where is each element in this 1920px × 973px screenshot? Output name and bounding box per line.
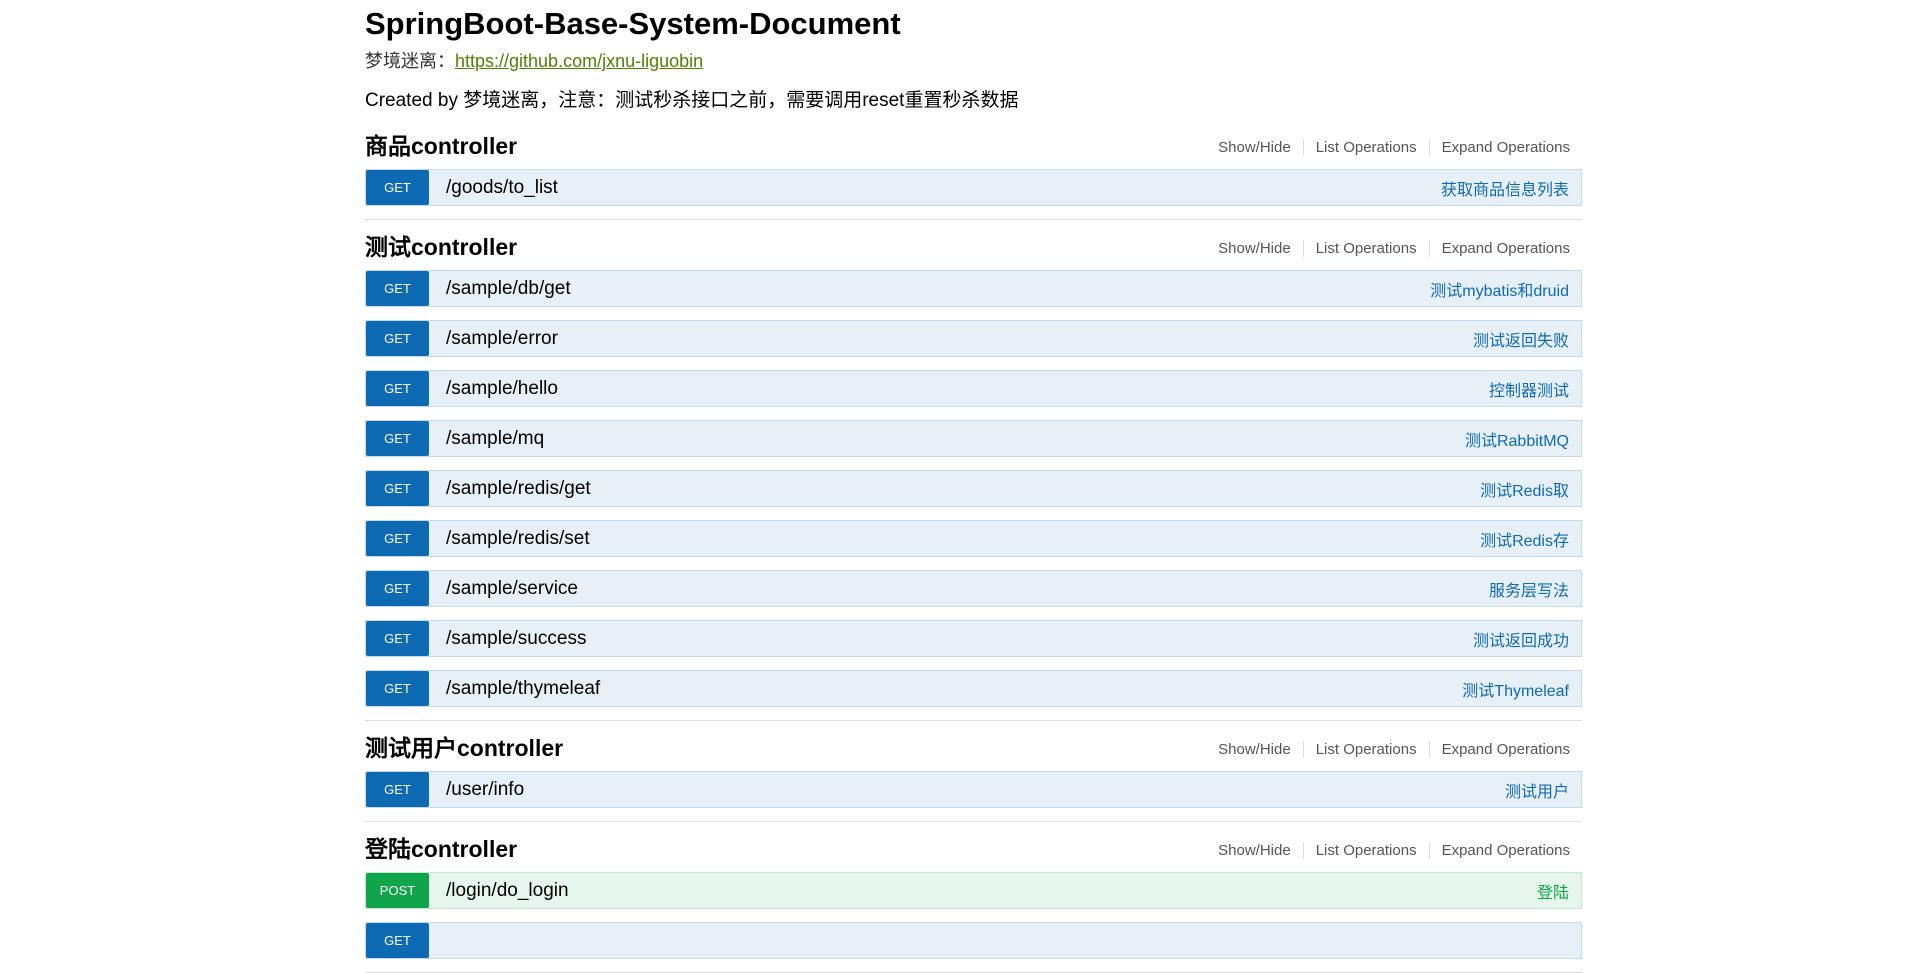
section-title[interactable]: 测试用户controller [365,729,563,763]
endpoint-row[interactable]: GET /sample/redis/set 测试Redis存 [365,520,1582,557]
section-operations: Show/Hide List Operations Expand Operati… [1206,138,1570,156]
endpoint-summary[interactable]: 测试mybatis和druid [1430,277,1569,301]
resource-section: 测试controller Show/Hide List Operations E… [365,220,1582,721]
endpoint-list: GET /user/info 测试用户 [365,771,1582,808]
http-method-badge[interactable]: GET [366,170,429,205]
endpoint-row[interactable]: GET /user/info 测试用户 [365,771,1582,808]
section-title[interactable]: 测试controller [365,228,517,262]
endpoint-summary[interactable]: 登陆 [1537,879,1569,903]
endpoint-summary[interactable]: 测试Thymeleaf [1462,677,1569,701]
list-operations-link[interactable]: List Operations [1304,740,1430,758]
endpoint-summary[interactable]: 控制器测试 [1489,377,1569,401]
endpoint-row[interactable]: GET [365,922,1582,959]
endpoint-path[interactable]: /sample/mq [446,428,1465,450]
page-title: SpringBoot-Base-System-Document [365,6,901,41]
endpoint-row[interactable]: GET /sample/service 服务层写法 [365,570,1582,607]
endpoint-path[interactable]: /sample/thymeleaf [446,678,1462,700]
endpoint-summary[interactable]: 测试RabbitMQ [1465,427,1569,451]
expand-operations-link[interactable]: Expand Operations [1430,240,1570,257]
show-hide-link[interactable]: Show/Hide [1206,841,1304,859]
endpoint-summary[interactable]: 测试用户 [1505,778,1569,802]
http-method-badge[interactable]: GET [366,371,429,406]
endpoint-summary[interactable]: 测试返回成功 [1473,627,1569,651]
endpoint-path[interactable]: /sample/hello [446,378,1489,400]
http-method-badge[interactable]: GET [366,923,429,958]
author-info: 梦境迷离：https://github.com/jxnu-liguobin [365,49,1582,73]
http-method-badge[interactable]: POST [366,873,429,908]
resource-list: 商品controller Show/Hide List Operations E… [365,119,1582,973]
github-link[interactable]: https://github.com/jxnu-liguobin [455,51,703,71]
http-method-badge[interactable]: GET [366,271,429,306]
show-hide-link[interactable]: Show/Hide [1206,138,1304,156]
endpoint-list: GET /goods/to_list 获取商品信息列表 [365,169,1582,206]
section-header: 测试用户controller Show/Hide List Operations… [365,721,1582,771]
endpoint-summary[interactable]: 测试返回失败 [1473,327,1569,351]
http-method-badge[interactable]: GET [366,421,429,456]
endpoint-row[interactable]: GET /sample/error 测试返回失败 [365,320,1582,357]
show-hide-link[interactable]: Show/Hide [1206,239,1304,257]
endpoint-list: GET /sample/db/get 测试mybatis和druid GET /… [365,270,1582,707]
section-operations: Show/Hide List Operations Expand Operati… [1206,740,1570,758]
section-operations: Show/Hide List Operations Expand Operati… [1206,239,1570,257]
http-method-badge[interactable]: GET [366,521,429,556]
section-header: 测试controller Show/Hide List Operations E… [365,220,1582,270]
resource-section: 登陆controller Show/Hide List Operations E… [365,822,1582,973]
author-label: 梦境迷离： [365,51,455,71]
http-method-badge[interactable]: GET [366,772,429,807]
endpoint-row[interactable]: GET /goods/to_list 获取商品信息列表 [365,169,1582,206]
endpoint-list: POST /login/do_login 登陆 GET [365,872,1582,959]
endpoint-summary[interactable]: 测试Redis存 [1480,527,1569,551]
endpoint-path[interactable]: /sample/redis/get [446,478,1480,500]
resource-section: 测试用户controller Show/Hide List Operations… [365,721,1582,822]
expand-operations-link[interactable]: Expand Operations [1430,842,1570,859]
endpoint-row[interactable]: POST /login/do_login 登陆 [365,872,1582,909]
endpoint-row[interactable]: GET /sample/thymeleaf 测试Thymeleaf [365,670,1582,707]
list-operations-link[interactable]: List Operations [1304,239,1430,257]
endpoint-path[interactable]: /user/info [446,779,1505,801]
endpoint-path[interactable]: /goods/to_list [446,177,1441,199]
http-method-badge[interactable]: GET [366,321,429,356]
endpoint-summary[interactable]: 测试Redis取 [1480,477,1569,501]
list-operations-link[interactable]: List Operations [1304,138,1430,156]
endpoint-path[interactable]: /login/do_login [446,880,1537,902]
section-title[interactable]: 登陆controller [365,830,517,864]
section-header: 登陆controller Show/Hide List Operations E… [365,822,1582,872]
http-method-badge[interactable]: GET [366,471,429,506]
list-operations-link[interactable]: List Operations [1304,841,1430,859]
endpoint-row[interactable]: GET /sample/hello 控制器测试 [365,370,1582,407]
expand-operations-link[interactable]: Expand Operations [1430,741,1570,758]
show-hide-link[interactable]: Show/Hide [1206,740,1304,758]
endpoint-path[interactable]: /sample/redis/set [446,528,1480,550]
section-operations: Show/Hide List Operations Expand Operati… [1206,841,1570,859]
endpoint-path[interactable]: /sample/error [446,328,1473,350]
http-method-badge[interactable]: GET [366,571,429,606]
expand-operations-link[interactable]: Expand Operations [1430,139,1570,156]
endpoint-path[interactable]: /sample/db/get [446,278,1430,300]
api-docs: SpringBoot-Base-System-Document 梦境迷离：htt… [365,0,1582,973]
endpoint-row[interactable]: GET /sample/mq 测试RabbitMQ [365,420,1582,457]
endpoint-summary[interactable]: 获取商品信息列表 [1441,176,1569,200]
endpoint-path[interactable]: /sample/service [446,578,1489,600]
endpoint-row[interactable]: GET /sample/redis/get 测试Redis取 [365,470,1582,507]
http-method-badge[interactable]: GET [366,621,429,656]
endpoint-row[interactable]: GET /sample/db/get 测试mybatis和druid [365,270,1582,307]
http-method-badge[interactable]: GET [366,671,429,706]
endpoint-summary[interactable]: 服务层写法 [1489,577,1569,601]
endpoint-row[interactable]: GET /sample/success 测试返回成功 [365,620,1582,657]
section-header: 商品controller Show/Hide List Operations E… [365,119,1582,169]
api-description: Created by 梦境迷离，注意：测试秒杀接口之前，需要调用reset重置秒… [365,90,1019,111]
resource-section: 商品controller Show/Hide List Operations E… [365,119,1582,220]
endpoint-path[interactable]: /sample/success [446,628,1473,650]
section-title[interactable]: 商品controller [365,127,517,161]
